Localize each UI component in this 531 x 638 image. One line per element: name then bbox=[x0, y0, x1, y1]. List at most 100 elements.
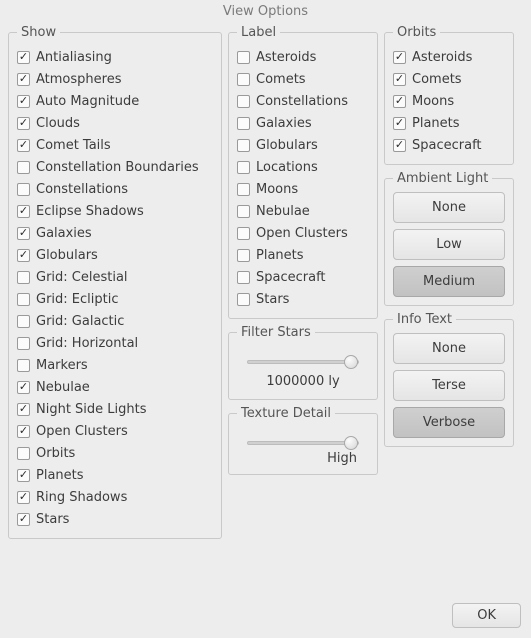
label-item-stars[interactable]: Stars bbox=[237, 288, 369, 310]
show-item-orbits[interactable]: Orbits bbox=[17, 442, 213, 464]
label-item-planets[interactable]: Planets bbox=[237, 244, 369, 266]
checkbox-icon[interactable] bbox=[393, 95, 406, 108]
show-item-auto-magnitude[interactable]: Auto Magnitude bbox=[17, 90, 213, 112]
show-item-clouds[interactable]: Clouds bbox=[17, 112, 213, 134]
show-item-night-side-lights[interactable]: Night Side Lights bbox=[17, 398, 213, 420]
checkbox-icon[interactable] bbox=[17, 403, 30, 416]
show-item-planets[interactable]: Planets bbox=[17, 464, 213, 486]
show-item-label: Galaxies bbox=[36, 226, 92, 241]
label-item-globulars[interactable]: Globulars bbox=[237, 134, 369, 156]
show-item-label: Clouds bbox=[36, 116, 80, 131]
show-item-grid-ecliptic[interactable]: Grid: Ecliptic bbox=[17, 288, 213, 310]
show-item-atmospheres[interactable]: Atmospheres bbox=[17, 68, 213, 90]
checkbox-icon[interactable] bbox=[17, 315, 30, 328]
show-item-label: Auto Magnitude bbox=[36, 94, 139, 109]
show-item-constellations[interactable]: Constellations bbox=[17, 178, 213, 200]
show-item-antialiasing[interactable]: Antialiasing bbox=[17, 46, 213, 68]
show-item-constellation-boundaries[interactable]: Constellation Boundaries bbox=[17, 156, 213, 178]
checkbox-icon[interactable] bbox=[17, 227, 30, 240]
label-item-locations[interactable]: Locations bbox=[237, 156, 369, 178]
checkbox-icon[interactable] bbox=[17, 95, 30, 108]
checkbox-icon[interactable] bbox=[237, 249, 250, 262]
ambient-legend: Ambient Light bbox=[393, 171, 492, 186]
checkbox-icon[interactable] bbox=[237, 227, 250, 240]
show-item-markers[interactable]: Markers bbox=[17, 354, 213, 376]
checkbox-icon[interactable] bbox=[237, 73, 250, 86]
checkbox-icon[interactable] bbox=[237, 271, 250, 284]
checkbox-icon[interactable] bbox=[237, 139, 250, 152]
orbit-item-moons[interactable]: Moons bbox=[393, 90, 505, 112]
checkbox-icon[interactable] bbox=[17, 271, 30, 284]
show-item-label: Grid: Horizontal bbox=[36, 336, 138, 351]
checkbox-icon[interactable] bbox=[17, 117, 30, 130]
show-item-globulars[interactable]: Globulars bbox=[17, 244, 213, 266]
show-item-grid-celestial[interactable]: Grid: Celestial bbox=[17, 266, 213, 288]
window-title: View Options bbox=[0, 0, 531, 25]
info-none-button[interactable]: None bbox=[393, 333, 505, 364]
label-item-moons[interactable]: Moons bbox=[237, 178, 369, 200]
info-text-group: Info Text NoneTerseVerbose bbox=[384, 312, 514, 447]
checkbox-icon[interactable] bbox=[17, 51, 30, 64]
show-item-grid-horizontal[interactable]: Grid: Horizontal bbox=[17, 332, 213, 354]
texture-detail-thumb[interactable] bbox=[344, 436, 358, 450]
checkbox-icon[interactable] bbox=[17, 491, 30, 504]
label-item-nebulae[interactable]: Nebulae bbox=[237, 200, 369, 222]
label-item-asteroids[interactable]: Asteroids bbox=[237, 46, 369, 68]
orbit-item-planets[interactable]: Planets bbox=[393, 112, 505, 134]
checkbox-icon[interactable] bbox=[237, 205, 250, 218]
show-item-label: Grid: Ecliptic bbox=[36, 292, 119, 307]
checkbox-icon[interactable] bbox=[17, 249, 30, 262]
show-item-eclipse-shadows[interactable]: Eclipse Shadows bbox=[17, 200, 213, 222]
checkbox-icon[interactable] bbox=[393, 73, 406, 86]
dialog-footer: OK bbox=[0, 595, 531, 638]
ambient-low-button[interactable]: Low bbox=[393, 229, 505, 260]
filter-stars-thumb[interactable] bbox=[344, 355, 358, 369]
checkbox-icon[interactable] bbox=[17, 337, 30, 350]
checkbox-icon[interactable] bbox=[17, 183, 30, 196]
show-item-grid-galactic[interactable]: Grid: Galactic bbox=[17, 310, 213, 332]
label-item-spacecraft[interactable]: Spacecraft bbox=[237, 266, 369, 288]
ambient-none-button[interactable]: None bbox=[393, 192, 505, 223]
show-item-comet-tails[interactable]: Comet Tails bbox=[17, 134, 213, 156]
checkbox-icon[interactable] bbox=[17, 161, 30, 174]
checkbox-icon[interactable] bbox=[237, 51, 250, 64]
show-item-open-clusters[interactable]: Open Clusters bbox=[17, 420, 213, 442]
checkbox-icon[interactable] bbox=[17, 139, 30, 152]
checkbox-icon[interactable] bbox=[17, 469, 30, 482]
checkbox-icon[interactable] bbox=[393, 139, 406, 152]
checkbox-icon[interactable] bbox=[237, 183, 250, 196]
checkbox-icon[interactable] bbox=[17, 513, 30, 526]
orbit-item-asteroids[interactable]: Asteroids bbox=[393, 46, 505, 68]
checkbox-icon[interactable] bbox=[17, 293, 30, 306]
label-group: Label AsteroidsCometsConstellationsGalax… bbox=[228, 25, 378, 319]
filter-stars-slider[interactable] bbox=[247, 360, 359, 364]
checkbox-icon[interactable] bbox=[237, 293, 250, 306]
show-item-galaxies[interactable]: Galaxies bbox=[17, 222, 213, 244]
label-item-galaxies[interactable]: Galaxies bbox=[237, 112, 369, 134]
checkbox-icon[interactable] bbox=[237, 161, 250, 174]
ok-button[interactable]: OK bbox=[452, 603, 521, 628]
checkbox-icon[interactable] bbox=[17, 425, 30, 438]
label-item-comets[interactable]: Comets bbox=[237, 68, 369, 90]
checkbox-icon[interactable] bbox=[17, 381, 30, 394]
checkbox-icon[interactable] bbox=[17, 205, 30, 218]
checkbox-icon[interactable] bbox=[17, 447, 30, 460]
label-item-open-clusters[interactable]: Open Clusters bbox=[237, 222, 369, 244]
checkbox-icon[interactable] bbox=[237, 117, 250, 130]
show-item-nebulae[interactable]: Nebulae bbox=[17, 376, 213, 398]
show-item-ring-shadows[interactable]: Ring Shadows bbox=[17, 486, 213, 508]
texture-detail-slider[interactable] bbox=[247, 441, 359, 445]
checkbox-icon[interactable] bbox=[393, 117, 406, 130]
info-verbose-button[interactable]: Verbose bbox=[393, 407, 505, 438]
checkbox-icon[interactable] bbox=[17, 359, 30, 372]
checkbox-icon[interactable] bbox=[237, 95, 250, 108]
checkbox-icon[interactable] bbox=[17, 73, 30, 86]
orbit-item-comets[interactable]: Comets bbox=[393, 68, 505, 90]
ambient-medium-button[interactable]: Medium bbox=[393, 266, 505, 297]
label-item-constellations[interactable]: Constellations bbox=[237, 90, 369, 112]
orbit-item-spacecraft[interactable]: Spacecraft bbox=[393, 134, 505, 156]
info-terse-button[interactable]: Terse bbox=[393, 370, 505, 401]
checkbox-icon[interactable] bbox=[393, 51, 406, 64]
orbit-item-label: Moons bbox=[412, 94, 454, 109]
show-item-stars[interactable]: Stars bbox=[17, 508, 213, 530]
